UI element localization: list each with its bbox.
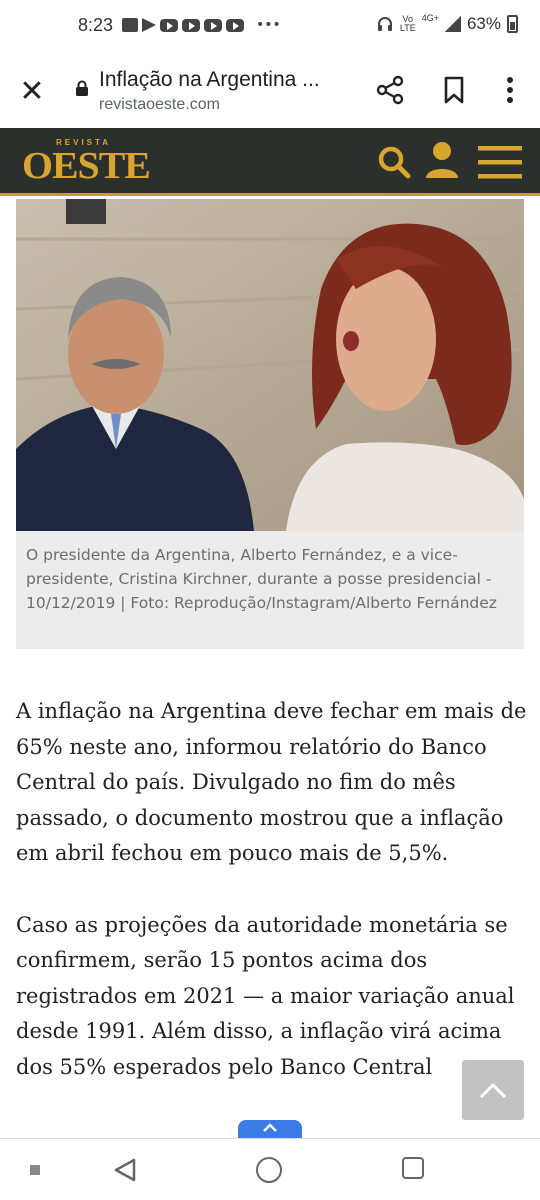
image-caption: O presidente da Argentina, Alberto Ferná… — [16, 531, 524, 649]
back-icon[interactable] — [112, 1157, 138, 1183]
headset-icon — [377, 17, 392, 31]
article-body: A inflação na Argentina deve fechar em m… — [16, 694, 528, 1121]
scroll-to-top-button[interactable] — [462, 1060, 524, 1120]
youtube-icon — [226, 18, 244, 32]
youtube-icon — [204, 18, 222, 32]
hamburger-menu-icon[interactable] — [478, 144, 522, 180]
volte-icon: Vo LTE — [399, 14, 416, 33]
site-header: REVISTA OESTE — [0, 128, 540, 196]
article-paragraph: Caso as projeções da autoridade monetári… — [16, 912, 515, 1079]
battery-level: 63% — [466, 14, 501, 33]
site-logo[interactable]: OESTE — [22, 144, 151, 188]
lock-icon — [76, 80, 88, 96]
home-icon[interactable] — [256, 1157, 282, 1183]
keyboard-hint-icon — [30, 1165, 40, 1175]
battery-icon — [507, 15, 518, 33]
article-hero-image — [16, 199, 524, 531]
more-options-icon[interactable] — [496, 74, 524, 106]
chevron-up-icon — [263, 1123, 277, 1132]
close-tab-button[interactable]: ✕ — [14, 74, 50, 110]
user-icon[interactable] — [424, 140, 460, 180]
recent-apps-icon[interactable] — [402, 1157, 424, 1179]
status-time: 8:23 — [78, 15, 114, 35]
status-bar: 8:23 ••• Vo LTE 4G+ 63% — [0, 0, 540, 52]
youtube-icon — [160, 18, 178, 32]
share-icon[interactable] — [374, 74, 406, 106]
search-icon[interactable] — [376, 144, 412, 180]
message-icon — [122, 18, 138, 32]
page-url[interactable]: revistaoeste.com — [99, 96, 220, 114]
notification-icons: ••• — [122, 17, 281, 33]
system-icons: Vo LTE 4G+ 63% — [376, 13, 518, 34]
caption-text: O presidente da Argentina, Alberto Ferná… — [26, 546, 497, 612]
telegram-icon — [142, 18, 156, 32]
browser-toolbar: ✕ Inflação na Argentina ... revistaoeste… — [0, 52, 540, 128]
chevron-up-icon — [479, 1082, 507, 1099]
signal-icon — [444, 16, 461, 32]
network-type: 4G+ — [421, 13, 439, 23]
system-navigation-bar — [0, 1138, 540, 1200]
article-paragraph: A inflação na Argentina deve fechar em m… — [16, 699, 527, 865]
youtube-icon — [182, 18, 200, 32]
page-title[interactable]: Inflação na Argentina ... — [99, 68, 320, 92]
bookmark-icon[interactable] — [438, 74, 470, 106]
more-notifications-icon: ••• — [256, 17, 281, 33]
expand-toolbar-button[interactable] — [238, 1120, 302, 1138]
